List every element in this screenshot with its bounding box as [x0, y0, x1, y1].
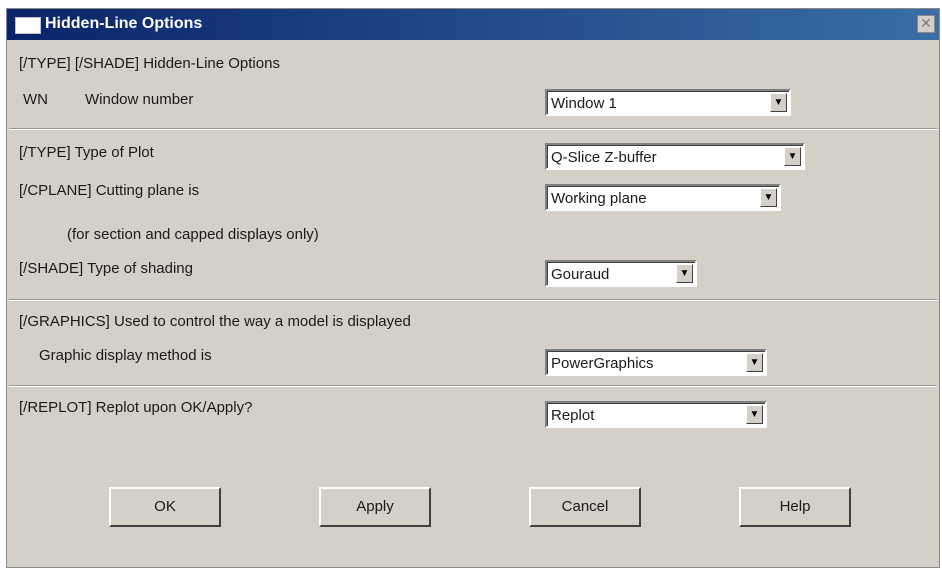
window-icon	[15, 17, 41, 34]
apply-button[interactable]: Apply	[319, 487, 431, 527]
replot-label: [/REPLOT] Replot upon OK/Apply?	[19, 399, 253, 416]
window-title: Hidden-Line Options	[45, 15, 203, 32]
window-number-label: Window number	[85, 91, 194, 108]
window-number-select[interactable]: Window 1 ▼	[545, 89, 791, 116]
divider	[9, 128, 937, 130]
graphic-display-method-value: PowerGraphics	[551, 355, 654, 372]
dropdown-arrow-icon[interactable]: ▼	[746, 405, 763, 424]
divider	[9, 299, 937, 301]
replot-value: Replot	[551, 407, 595, 424]
type-of-plot-select[interactable]: Q-Slice Z-buffer ▼	[545, 143, 805, 170]
title-bar[interactable]: Hidden-Line Options ✕	[7, 9, 939, 40]
dropdown-arrow-icon[interactable]: ▼	[676, 264, 693, 283]
graphic-display-method-select[interactable]: PowerGraphics ▼	[545, 349, 767, 376]
close-icon[interactable]: ✕	[917, 15, 935, 33]
shading-select[interactable]: Gouraud ▼	[545, 260, 697, 287]
type-of-plot-label: [/TYPE] Type of Plot	[19, 144, 154, 161]
cancel-button[interactable]: Cancel	[529, 487, 641, 527]
window-number-code: WN	[23, 91, 48, 108]
window-number-value: Window 1	[551, 95, 617, 112]
graphics-label: [/GRAPHICS] Used to control the way a mo…	[19, 313, 411, 330]
dropdown-arrow-icon[interactable]: ▼	[760, 188, 777, 207]
help-button[interactable]: Help	[739, 487, 851, 527]
divider	[9, 385, 937, 387]
ok-button[interactable]: OK	[109, 487, 221, 527]
hidden-line-options-dialog: Hidden-Line Options ✕ [/TYPE] [/SHADE] H…	[6, 8, 940, 568]
graphic-display-method-label: Graphic display method is	[39, 347, 212, 364]
shading-label: [/SHADE] Type of shading	[19, 260, 193, 277]
section-title-hidden-line: [/TYPE] [/SHADE] Hidden-Line Options	[19, 55, 280, 72]
cutting-plane-value: Working plane	[551, 190, 647, 207]
dropdown-arrow-icon[interactable]: ▼	[746, 353, 763, 372]
cutting-plane-label: [/CPLANE] Cutting plane is	[19, 182, 200, 199]
cutting-plane-select[interactable]: Working plane ▼	[545, 184, 781, 211]
replot-select[interactable]: Replot ▼	[545, 401, 767, 428]
cutting-plane-note: (for section and capped displays only)	[67, 226, 319, 243]
dropdown-arrow-icon[interactable]: ▼	[770, 93, 787, 112]
shading-value: Gouraud	[551, 266, 610, 283]
dropdown-arrow-icon[interactable]: ▼	[784, 147, 801, 166]
type-of-plot-value: Q-Slice Z-buffer	[551, 149, 657, 166]
